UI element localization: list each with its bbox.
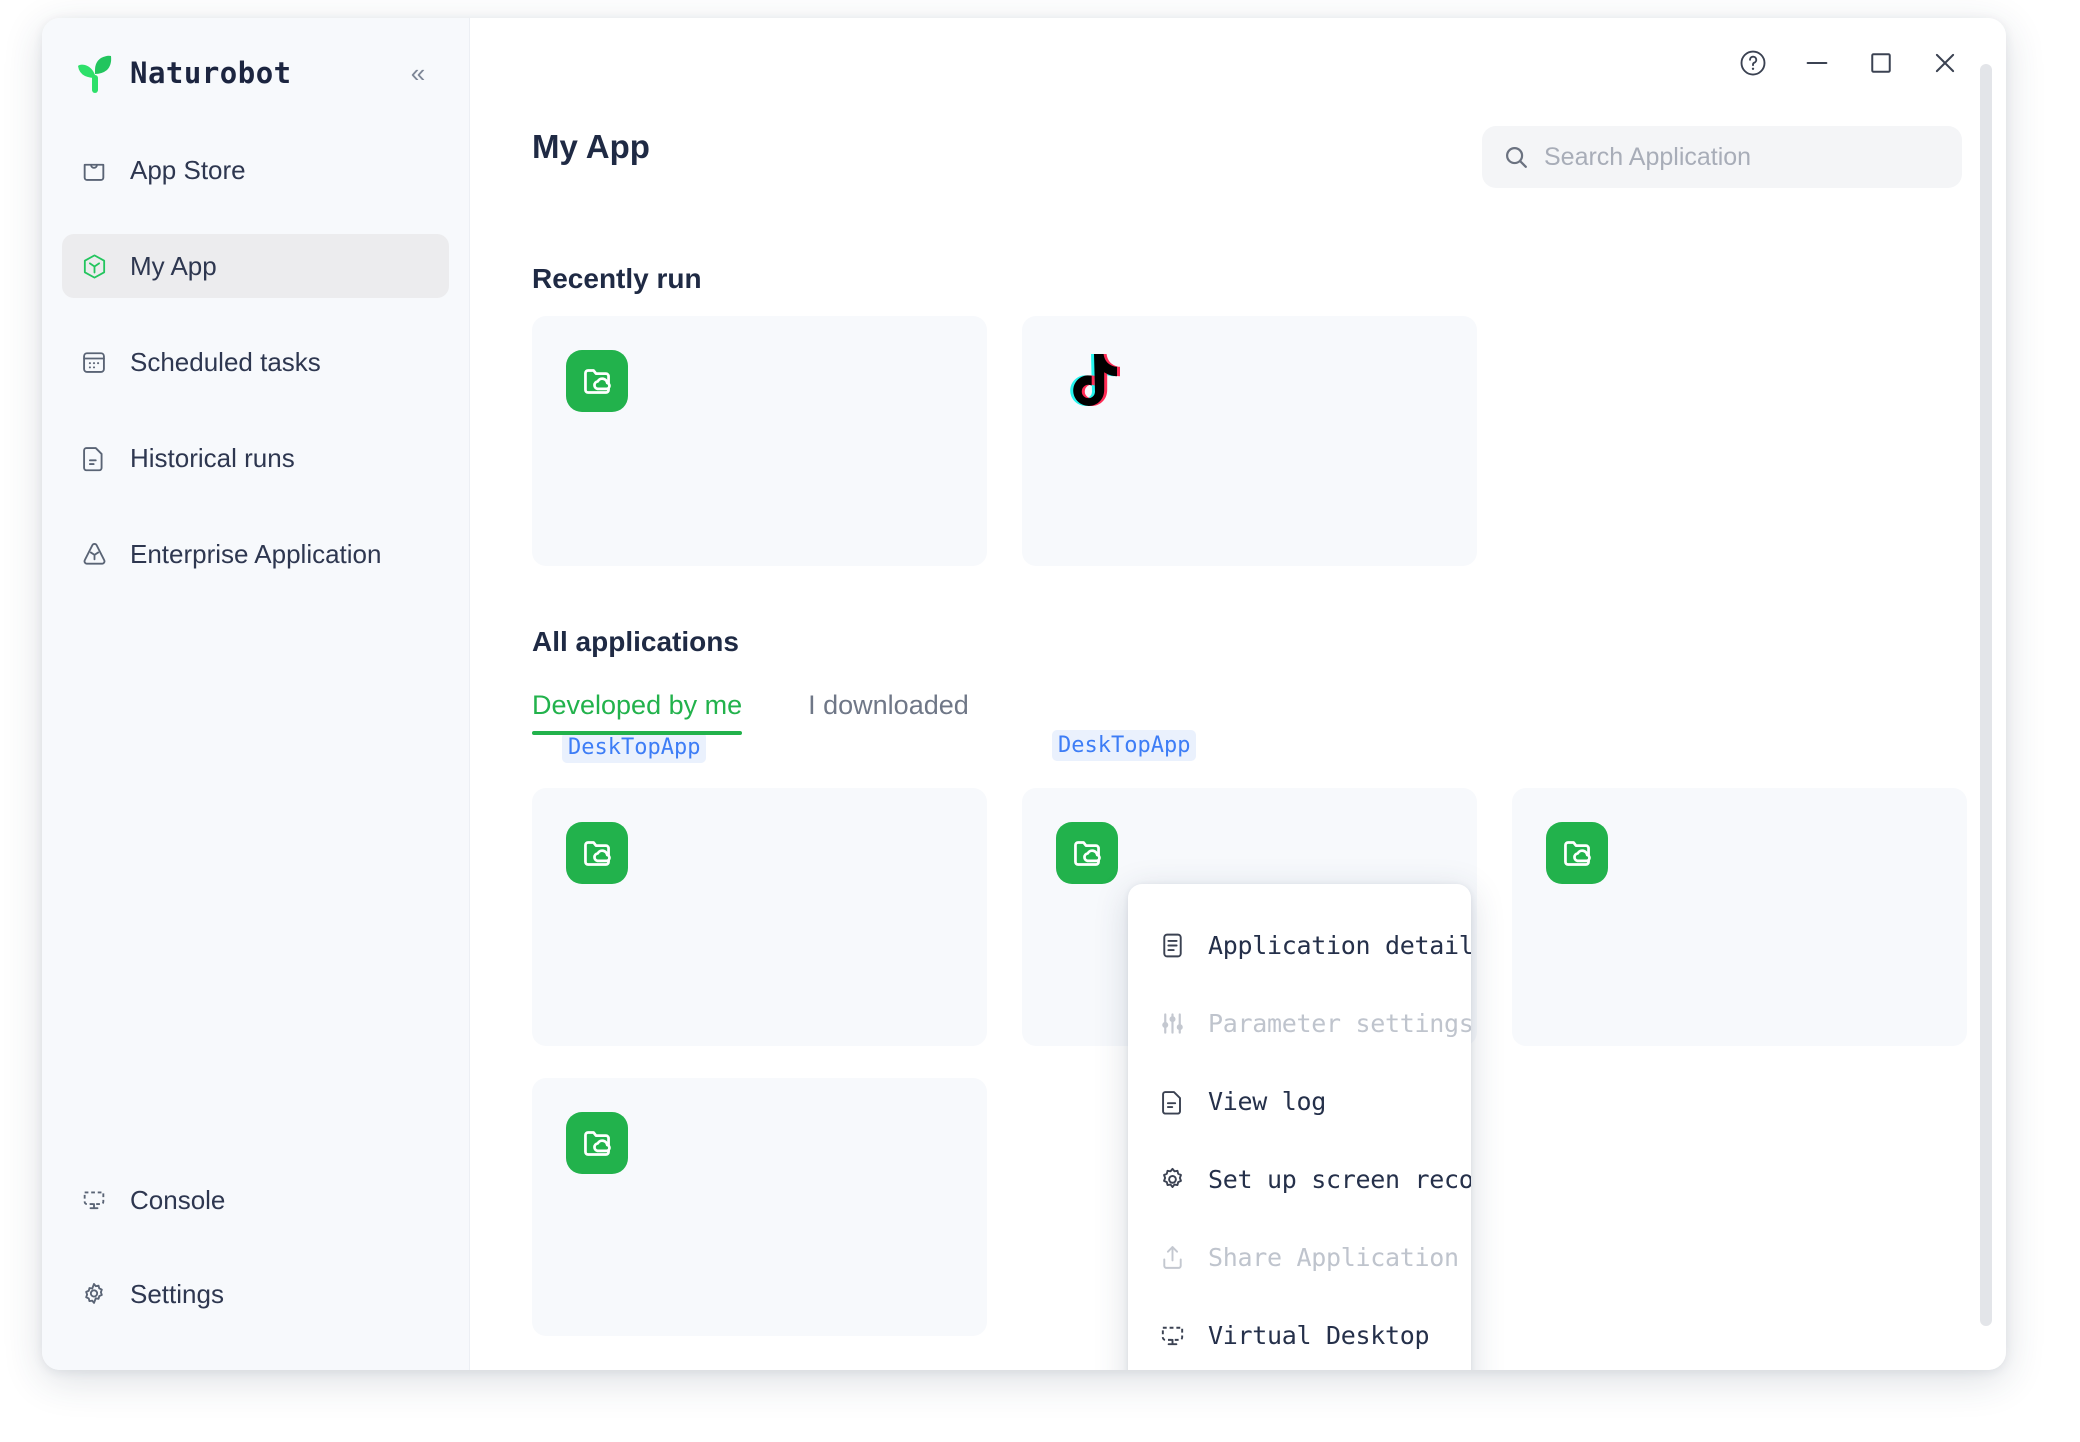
menu-item-label: Parameter settings	[1208, 1008, 1471, 1038]
document-lines-icon	[1156, 929, 1188, 961]
menu-item-set-up-screen-recording[interactable]: Set up screen recording	[1128, 1140, 1471, 1218]
collapse-sidebar-button[interactable]: «	[401, 56, 435, 90]
sidebar-item-app-store[interactable]: App Store	[62, 138, 449, 202]
menu-item-label: Application details	[1208, 930, 1471, 960]
recent-app-card[interactable]: DeskTopApp Tiktok barrage acquisition	[1022, 316, 1477, 814]
folder-cloud-icon	[1546, 822, 1608, 884]
sidebar-item-label: Scheduled tasks	[130, 346, 321, 377]
application-card[interactable]: DeskTopApp 未命名应用1	[1512, 788, 1967, 1046]
application-context-menu: Application details Parameter settings V…	[1128, 884, 1471, 1370]
calendar-icon	[78, 346, 110, 378]
app-icon	[1056, 350, 1120, 412]
folder-cloud-icon	[1056, 822, 1118, 884]
help-button[interactable]	[1736, 46, 1770, 80]
triangle-spokes-icon	[78, 538, 110, 570]
sidebar-item-my-app[interactable]: My App	[62, 234, 449, 298]
brand-row: Naturobot «	[42, 34, 469, 112]
sliders-icon	[1156, 1007, 1188, 1039]
sidebar-item-label: Historical runs	[130, 442, 295, 473]
window-controls	[1736, 46, 1962, 80]
shopping-bag-icon	[78, 154, 110, 186]
menu-item-label: Virtual Desktop	[1208, 1320, 1430, 1350]
sidebar-item-historical-runs[interactable]: Historical runs	[62, 426, 449, 490]
tab-i-downloaded[interactable]: I downloaded	[808, 690, 969, 735]
gear-icon	[1156, 1163, 1188, 1195]
app-icon	[566, 1112, 628, 1174]
app-icon	[1546, 822, 1608, 884]
search-input[interactable]	[1544, 142, 1942, 172]
sidebar-item-settings[interactable]: Settings	[62, 1262, 449, 1326]
folder-cloud-icon	[566, 350, 628, 412]
sidebar-item-scheduled-tasks[interactable]: Scheduled tasks	[62, 330, 449, 394]
app-window: Naturobot « App Store My App Scheduled t…	[42, 18, 2006, 1370]
sidebar-item-label: Console	[130, 1184, 226, 1215]
sidebar-item-console[interactable]: Console	[62, 1168, 449, 1232]
tiktok-icon	[1056, 354, 1120, 418]
app-type-badge: DeskTopApp	[562, 732, 707, 763]
menu-item-label: View log	[1208, 1086, 1327, 1116]
app-icon	[566, 822, 628, 884]
sidebar-item-label: App Store	[130, 154, 246, 185]
maximize-button[interactable]	[1864, 46, 1898, 80]
menu-item-label: Share Application	[1208, 1242, 1459, 1272]
application-tabs: Developed by me I downloaded	[532, 690, 1035, 735]
all-applications-heading: All applications	[532, 626, 739, 657]
sidebar-nav: App Store My App Scheduled tasks Histori…	[42, 138, 469, 618]
sidebar-item-label: My App	[130, 250, 217, 281]
folder-cloud-icon	[566, 822, 628, 884]
vertical-scrollbar-track[interactable]	[1980, 36, 1992, 1352]
page-title: My App	[532, 128, 650, 165]
search-application-box[interactable]	[1482, 126, 1962, 188]
sidebar-item-enterprise-application[interactable]: Enterprise Application	[62, 522, 449, 586]
close-button[interactable]	[1928, 46, 1962, 80]
application-card[interactable]: DeskTopApp linked	[532, 788, 987, 1046]
gear-icon	[78, 1278, 110, 1310]
share-upload-icon	[1156, 1241, 1188, 1273]
app-icon	[566, 350, 628, 412]
menu-item-parameter-settings: Parameter settings	[1128, 984, 1471, 1062]
app-type-badge: DeskTopApp	[1052, 730, 1197, 761]
document-icon	[78, 442, 110, 474]
brand-name: Naturobot	[130, 56, 292, 90]
main-content: My App Recently run DeskTopApp	[470, 18, 2006, 1370]
recently-run-heading: Recently run	[532, 263, 702, 294]
recent-app-card[interactable]: DeskTopApp Unnamed application 7	[532, 316, 987, 818]
vertical-scrollbar-thumb[interactable]	[1980, 64, 1992, 1326]
menu-item-application-details[interactable]: Application details	[1128, 906, 1471, 984]
menu-item-view-log[interactable]: View log	[1128, 1062, 1471, 1140]
menu-item-virtual-desktop[interactable]: Virtual Desktop	[1128, 1296, 1471, 1370]
sidebar-item-label: Enterprise Application	[130, 538, 382, 569]
hexagon-cube-icon	[78, 250, 110, 282]
monitor-icon	[1156, 1319, 1188, 1351]
sidebar: Naturobot « App Store My App Scheduled t…	[42, 18, 470, 1370]
tab-developed-by-me[interactable]: Developed by me	[532, 690, 743, 735]
menu-item-label: Set up screen recording	[1208, 1164, 1471, 1194]
log-page-icon	[1156, 1085, 1188, 1117]
search-icon	[1502, 143, 1530, 171]
application-card[interactable]: DeskTopApp ceshi应	[532, 1078, 987, 1336]
sidebar-item-label: Settings	[130, 1278, 224, 1309]
folder-cloud-icon	[566, 1112, 628, 1174]
minimize-button[interactable]	[1800, 46, 1834, 80]
menu-item-share-application: Share Application	[1128, 1218, 1471, 1296]
sidebar-bottom-nav: Console Settings	[42, 1168, 469, 1370]
monitor-icon	[78, 1184, 110, 1216]
app-icon	[1056, 822, 1118, 884]
naturobot-sprout-logo-icon	[76, 53, 114, 93]
